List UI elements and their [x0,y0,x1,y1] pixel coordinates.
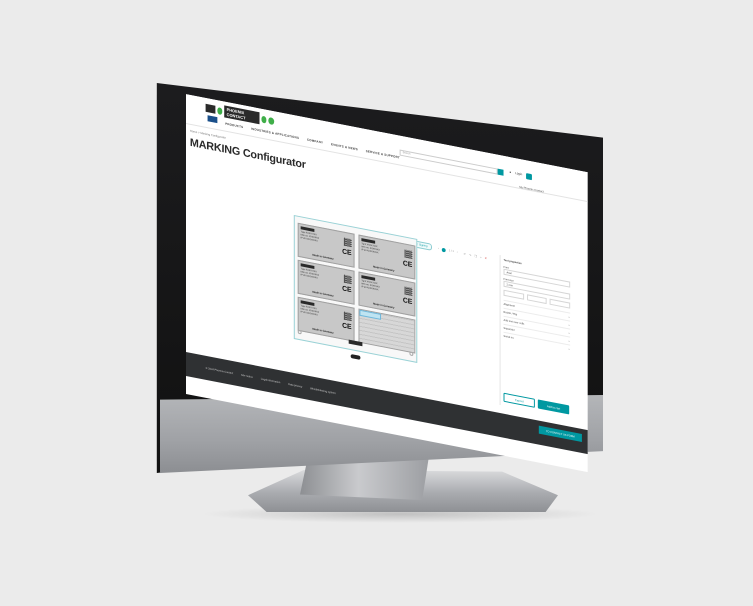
footer-link[interactable]: Whistleblowing system [310,387,336,395]
logo-wordmark: PHOENIX CONTACT [224,105,260,125]
ce-mark: CE [342,285,352,295]
selected-cell[interactable] [359,309,382,320]
footer-link[interactable]: Site notice [241,373,253,378]
chevron-down-icon: ⌄ [568,323,571,327]
search-input[interactable]: Search [399,149,498,175]
redo-icon[interactable]: ↷ [469,252,471,256]
tool-icons: ↶ ↷ ❐ ⌕ ✕ [464,251,487,260]
footer-copyright: © 2024 Phoenix Contact [205,366,234,375]
undo-icon[interactable]: ↶ [464,251,466,255]
nav-item-company[interactable]: COMPANY [307,138,323,145]
italic-button[interactable] [526,294,547,305]
chevron-down-icon: ⌄ [568,347,571,351]
footer-link[interactable]: Legal information [261,377,281,384]
add-to-cart-button[interactable]: Add to cart [537,399,570,415]
label-rows: Type XXXX-XXX Item no. XXXXXXX IP 20 XXX… [301,268,319,281]
user-icon[interactable]: ● [509,170,511,176]
underline-button[interactable] [549,298,571,309]
delete-icon[interactable]: ✕ [485,256,487,260]
label-rows: Type XXXX-XXX Item no. XXXXXXX IP 20 XXX… [361,280,379,293]
cancel-button[interactable]: Cancel [503,392,535,408]
cart-icon[interactable] [526,173,533,181]
logo-dot [217,106,223,115]
chevron-down-icon: ⌄ [568,331,571,335]
chevron-down-icon: ⌄ [568,315,571,319]
qr-code-icon [343,237,352,248]
chevron-down-icon: ⌄ [568,339,571,343]
copy-icon[interactable]: ❐ [474,254,477,259]
qr-code-icon [343,311,352,322]
label-rows: Type XXXX-XXX Item no. XXXXXXX IP 20 XXX… [301,305,319,318]
desktop-scene: PHOENIX CONTACT PRODUCTS INDUSTRIES & AP… [0,0,753,606]
properties-panel: Text properties Font Arial Font size 2 m… [499,254,574,420]
panel-actions: Cancel Add to cart [503,392,570,415]
account-link[interactable]: My Phoenix Contact [519,185,544,194]
sheet-scroll-handle[interactable] [350,354,361,360]
sub-brand-icon [207,115,218,124]
logo-dot [268,116,275,125]
search-icon[interactable] [497,168,504,176]
pager-prev-icon[interactable]: ‹ [438,247,439,250]
made-in-text: Made in Germany [312,253,334,261]
logo-block [205,103,216,114]
logo-dot [261,115,267,124]
nav-item-products[interactable]: PRODUCTS [225,122,243,130]
ce-mark: CE [342,248,352,258]
header-actions: ● Login [509,170,533,181]
radio-icon[interactable] [297,329,302,335]
made-in-text: Made in Germany [312,290,334,298]
contact-form-button[interactable]: TO CONTACT US FORM [538,425,582,442]
label-rows: Type XXXX-XXX Item no. XXXXXXX IP 20 XXX… [301,231,319,244]
qr-code-icon [404,286,413,297]
footer-link[interactable]: Data privacy [288,382,302,388]
radio-icon[interactable] [409,351,414,357]
nav-item-industries[interactable]: INDUSTRIES & APPLICATIONS [251,127,299,140]
pager-label: 1 / 1 [448,249,454,254]
made-in-text: Made in Germany [373,302,395,310]
nav-item-events[interactable]: EVENTS & NEWS [331,142,358,151]
ce-mark: CE [342,322,352,332]
qr-code-icon [404,249,413,260]
label-sheet[interactable]: Type XXXX-XXX Item no. XXXXXXX IP 20 XXX… [293,214,418,363]
pager-active-dot[interactable] [442,247,446,253]
section-label: Serial no. [503,334,515,340]
ce-mark: CE [402,260,413,270]
pager: ‹ 1 / 1 › [438,247,457,255]
label-rows: Type XXXX-XXX Item no. XXXXXXX IP 20 XXX… [361,243,379,256]
qr-code-icon [343,274,352,285]
nav-item-service[interactable]: SERVICE & SUPPORT [366,149,400,160]
sheet-brand-logo [348,339,363,347]
bold-button[interactable] [503,289,524,300]
made-in-text: Made in Germany [373,265,395,273]
zoom-icon[interactable]: ⌕ [480,255,482,259]
pager-next-icon[interactable]: › [457,251,458,254]
login-link[interactable]: Login [515,171,522,178]
ce-mark: CE [402,297,413,307]
